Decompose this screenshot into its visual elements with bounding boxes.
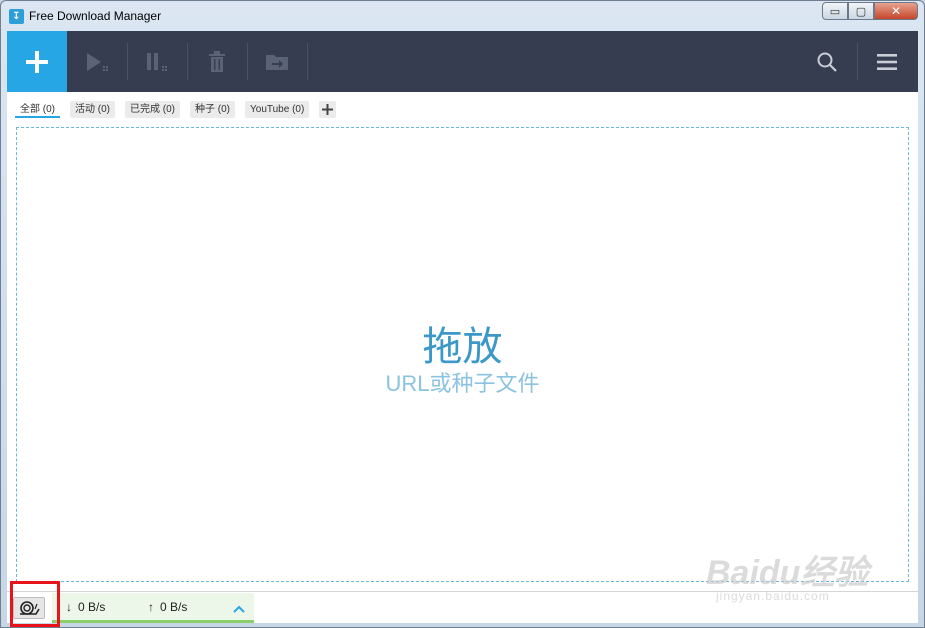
trash-icon: [209, 50, 225, 72]
tab-youtube[interactable]: YouTube (0): [245, 100, 310, 118]
tab-all[interactable]: 全部 (0): [15, 101, 60, 118]
search-button[interactable]: [798, 31, 856, 92]
tab-completed[interactable]: 已完成 (0): [125, 100, 180, 118]
download-speed: ↓ 0 B/s: [66, 600, 105, 614]
pause-button[interactable]: [128, 31, 186, 92]
download-arrow-icon: ↓: [66, 600, 72, 614]
toolbar-separator: [307, 43, 308, 80]
app-window: ↧ Free Download Manager ▭ ▢ ✕ 全部 (0) 活动 …: [0, 0, 925, 628]
tab-active[interactable]: 活动 (0): [70, 100, 115, 118]
watermark-url: jingyan.baidu.com: [716, 589, 830, 603]
window-title: Free Download Manager: [29, 9, 162, 23]
upload-arrow-icon: ↑: [148, 600, 154, 614]
add-tab-button[interactable]: [319, 100, 337, 118]
title-bar[interactable]: ↧ Free Download Manager ▭ ▢ ✕: [1, 1, 924, 31]
watermark-main: Baidu经验: [706, 554, 869, 592]
toolbar: [7, 31, 918, 92]
upload-speed: ↑ 0 B/s: [148, 600, 187, 614]
drop-zone[interactable]: 拖放 URL或种子文件: [16, 127, 909, 582]
main-menu-button[interactable]: [858, 31, 916, 92]
highlight-annotation: [10, 581, 60, 627]
move-folder-button[interactable]: [248, 31, 306, 92]
watermark: Baidu经验 jingyan.baidu.com: [706, 541, 886, 611]
plus-icon: [26, 50, 48, 73]
close-button[interactable]: ✕: [874, 2, 918, 20]
upload-speed-value: 0 B/s: [160, 600, 188, 614]
maximize-button[interactable]: ▢: [848, 2, 874, 20]
tab-torrents[interactable]: 种子 (0): [190, 100, 235, 118]
app-logo-icon: ↧: [9, 9, 24, 24]
play-icon: [87, 52, 108, 71]
minimize-button[interactable]: ▭: [822, 2, 848, 20]
expand-button[interactable]: [232, 601, 246, 619]
download-speed-value: 0 B/s: [78, 600, 106, 614]
hamburger-menu-icon: [877, 53, 897, 70]
plus-icon: [322, 103, 334, 115]
drop-subtitle: URL或种子文件: [385, 371, 540, 396]
window-controls: ▭ ▢ ✕: [822, 2, 918, 20]
filter-tabs: 全部 (0) 活动 (0) 已完成 (0) 种子 (0) YouTube (0): [15, 99, 337, 119]
chevron-up-icon: [233, 605, 245, 613]
resume-button[interactable]: [69, 31, 127, 92]
folder-move-icon: [266, 54, 288, 70]
search-icon: [817, 52, 837, 72]
add-download-button[interactable]: [7, 31, 67, 92]
speed-indicator[interactable]: ↓ 0 B/s ↑ 0 B/s: [52, 593, 254, 623]
client-area: 全部 (0) 活动 (0) 已完成 (0) 种子 (0) YouTube (0)…: [7, 31, 918, 623]
delete-button[interactable]: [188, 31, 246, 92]
drop-title: 拖放: [422, 325, 503, 369]
pause-icon: [147, 52, 167, 71]
